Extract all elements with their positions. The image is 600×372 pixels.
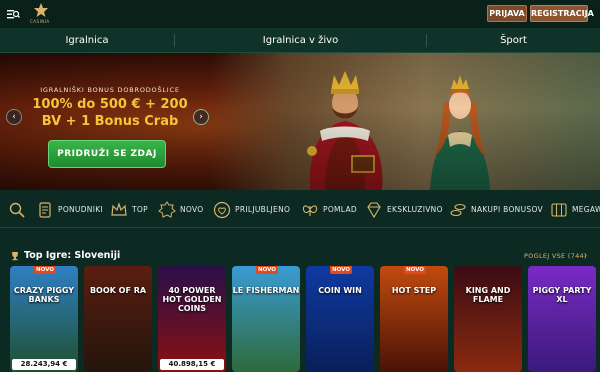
tab-live-casino[interactable]: Igralnica v živo: [175, 28, 426, 53]
banner-eyebrow: IGRALNIŠKI BONUS DOBRODOŠLICE: [40, 86, 180, 94]
game-title: CRAZY PIGGY BANKS: [13, 286, 75, 304]
see-all-link[interactable]: POGLEJ VSE (744): [524, 252, 587, 260]
category-spring[interactable]: POMLAD: [301, 199, 357, 221]
see-all-arrow-icon[interactable]: ›: [584, 251, 587, 260]
register-button[interactable]: REGISTRACIJA: [530, 5, 594, 22]
main-nav: Igralnica Igralnica v živo Šport: [0, 28, 600, 53]
game-title: BOOK OF RA: [89, 286, 147, 295]
category-label: PRILJUBLJENO: [235, 205, 291, 214]
new-badge: NOVO: [330, 266, 352, 274]
banner-headline-line2: BV + 1 Bonus Crab: [41, 114, 179, 129]
carousel-dots: [93, 182, 123, 186]
scroll-icon: [39, 202, 51, 218]
category-new[interactable]: NOVO: [158, 199, 204, 221]
category-top[interactable]: TOP: [110, 199, 150, 221]
category-label: MEGAWA: [572, 205, 600, 214]
game-title: HOT STEP: [391, 286, 437, 295]
trophy-icon: [12, 252, 18, 261]
menu-search-icon[interactable]: [6, 7, 20, 21]
banner-headline-line1: 100% do 500 € + 200: [32, 97, 188, 112]
category-label: NOVO: [180, 205, 204, 214]
category-search[interactable]: [8, 199, 28, 221]
new-badge: NOVO: [256, 266, 278, 274]
search-icon: [9, 202, 25, 218]
category-favourites[interactable]: PRILJUBLJENO: [213, 199, 293, 221]
game-card[interactable]: KING AND FLAME: [454, 266, 522, 372]
game-card[interactable]: LE FISHERMAN NOVO: [232, 266, 300, 372]
butterfly-icon: [302, 205, 318, 216]
game-card[interactable]: HOT STEP NOVO: [380, 266, 448, 372]
category-megaways[interactable]: MEGAWA: [550, 199, 600, 221]
game-card[interactable]: PIGGY PARTY XL: [528, 266, 596, 372]
category-label: PONUDNIKI: [58, 205, 103, 214]
game-card[interactable]: 40 POWER HOT GOLDEN COINS 40.898,15 €: [158, 266, 226, 372]
crown-icon: [111, 202, 127, 216]
category-label: POMLAD: [323, 205, 357, 214]
game-title: LE FISHERMAN: [232, 286, 300, 295]
promo-banner[interactable]: ‹ › IGRALNIŠKI BONUS DOBRODOŠLICE 100% d…: [0, 53, 600, 190]
game-title: 40 POWER HOT GOLDEN COINS: [162, 286, 222, 313]
category-bar: PONUDNIKI TOP NOVO PRILJUBLJENO POMLAD E…: [0, 190, 600, 228]
game-card[interactable]: COIN WIN NOVO: [306, 266, 374, 372]
game-title: KING AND FLAME: [465, 286, 511, 304]
game-card[interactable]: CRAZY PIGGY BANKS NOVO 28.243,94 €: [10, 266, 78, 372]
category-providers[interactable]: PONUDNIKI: [36, 199, 103, 221]
logo-text: CASINIA: [30, 19, 50, 24]
category-label: TOP: [132, 205, 148, 214]
category-bonus-buys[interactable]: NAKUPI BONUSOV: [449, 199, 543, 221]
jackpot-amount: 40.898,15 €: [160, 359, 224, 370]
section-title: Top Igre: Sloveniji: [24, 250, 121, 261]
diamond-icon: [367, 202, 381, 219]
tab-casino[interactable]: Igralnica: [0, 28, 174, 53]
new-badge: NOVO: [404, 266, 426, 274]
game-title: COIN WIN: [318, 286, 362, 295]
jackpot-amount: 28.243,94 €: [12, 359, 76, 370]
slot-icon: [551, 203, 567, 217]
category-label: EKSKLUZIVNO: [387, 205, 443, 214]
top-bar: CASINIA PRIJAVA REGISTRACIJA: [0, 0, 600, 28]
login-button[interactable]: PRIJAVA: [487, 5, 527, 22]
new-badge-icon: [158, 201, 176, 218]
game-card[interactable]: BOOK OF RA: [84, 266, 152, 372]
join-now-button[interactable]: PRIDRUŽI SE ZDAJ: [48, 140, 166, 168]
new-badge: NOVO: [34, 266, 56, 274]
category-exclusive[interactable]: EKSKLUZIVNO: [365, 199, 445, 221]
game-title: PIGGY PARTY XL: [532, 286, 592, 304]
coins-icon: [450, 203, 466, 217]
category-label: NAKUPI BONUSOV: [471, 205, 543, 214]
tab-sport[interactable]: Šport: [427, 28, 600, 53]
heart-icon: [213, 201, 231, 219]
